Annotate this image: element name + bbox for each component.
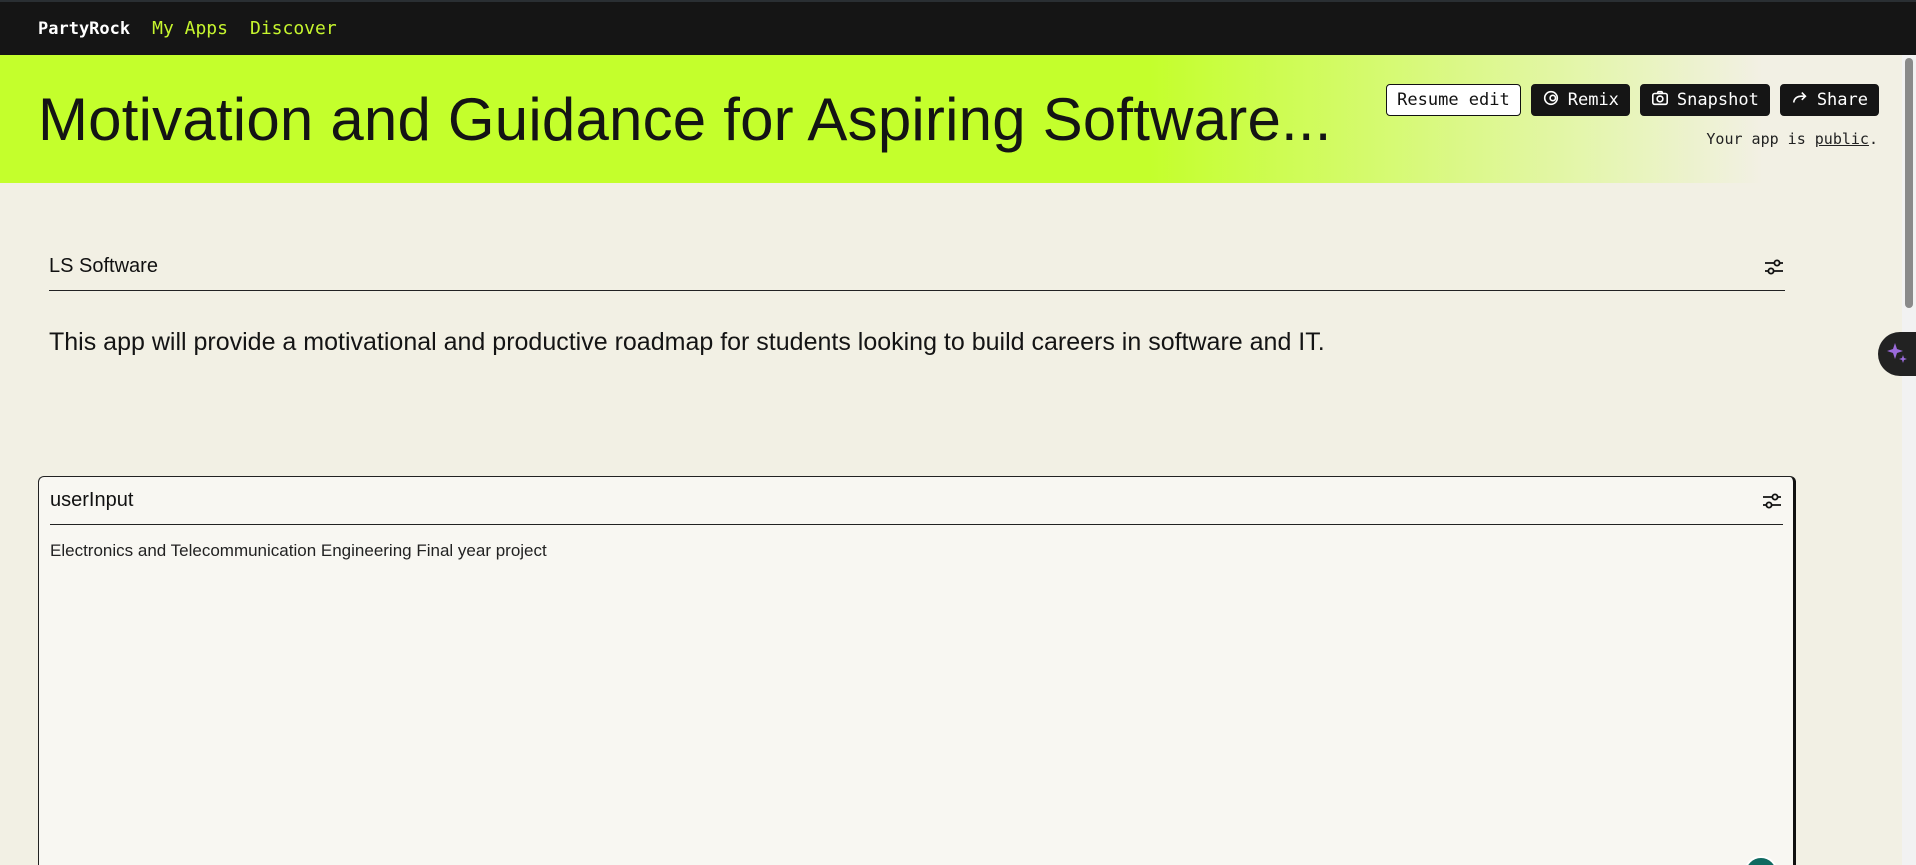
widget-header-user-input: userInput [50,477,1783,525]
share-label: Share [1816,90,1868,110]
widget-header-ls-software: LS Software [49,243,1785,291]
assistant-tab[interactable] [1878,332,1916,376]
widget-description: This app will provide a motivational and… [49,328,1325,356]
nav-link-my-apps[interactable]: My Apps [152,18,228,39]
nav-link-discover[interactable]: Discover [250,18,337,39]
user-input-widget: userInput Electronics and Telecommunicat… [38,476,1796,865]
resume-edit-button[interactable]: Resume edit [1386,84,1521,116]
top-nav: PartyRock My Apps Discover [0,0,1916,55]
app-title: Motivation and Guidance for Aspiring Sof… [38,86,1332,153]
remix-button[interactable]: Remix [1530,84,1630,116]
remix-icon [1542,89,1560,112]
scrollbar-thumb[interactable] [1905,58,1913,308]
brand-logo[interactable]: PartyRock [38,19,130,39]
visibility-suffix: . [1868,130,1878,148]
visibility-link[interactable]: public [1815,130,1869,148]
sparkle-icon [1885,340,1909,369]
remix-label: Remix [1567,90,1619,110]
app-header: Motivation and Guidance for Aspiring Sof… [0,55,1916,183]
snapshot-label: Snapshot [1676,90,1759,110]
resume-edit-label: Resume edit [1397,90,1510,110]
settings-sliders-icon[interactable] [1761,490,1783,512]
settings-sliders-icon[interactable] [1763,256,1785,278]
visibility-status: Your app is public. [1706,130,1878,148]
widget-title: LS Software [49,255,158,277]
share-arrow-icon [1791,89,1809,112]
widget-title: userInput [50,489,134,511]
snapshot-button[interactable]: Snapshot [1639,84,1770,116]
visibility-prefix: Your app is [1706,130,1806,148]
share-button[interactable]: Share [1779,84,1879,116]
user-input-text[interactable]: Electronics and Telecommunication Engine… [50,541,547,561]
header-actions: Resume edit Remix Snapshot Share [1386,84,1879,116]
camera-icon [1651,89,1669,112]
